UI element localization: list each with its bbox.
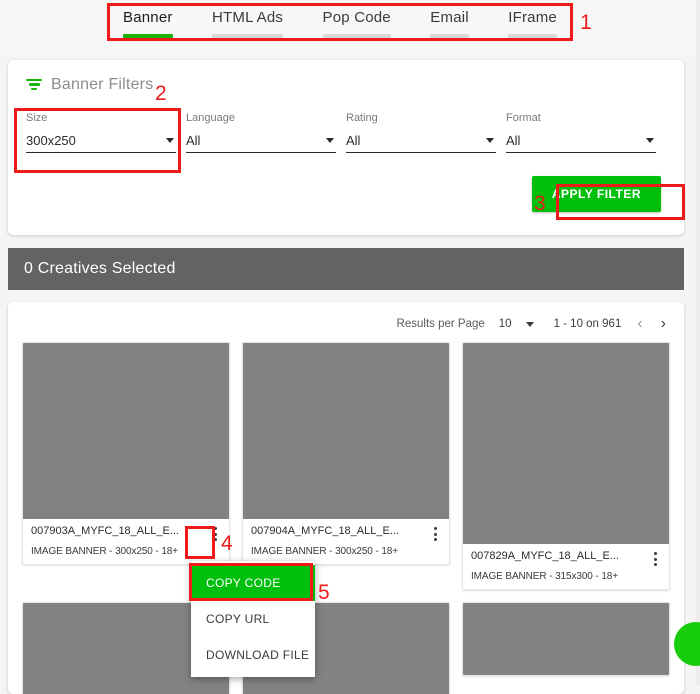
- next-page-button[interactable]: ›: [659, 316, 668, 332]
- filter-value-size: 300x250: [26, 133, 76, 148]
- menu-item-copy-code[interactable]: COPY CODE: [191, 565, 315, 601]
- creative-card[interactable]: [462, 602, 670, 676]
- creative-thumbnail: [463, 603, 669, 675]
- creatives-grid: 007903A_MYFC_18_ALL_E... IMAGE BANNER - …: [22, 342, 672, 694]
- filter-funnel-icon: [26, 78, 42, 92]
- tab-list: Banner HTML Ads Pop Code Email IFrame: [107, 3, 573, 43]
- tab-banner-label: Banner: [123, 9, 173, 26]
- creative-title: 007904A_MYFC_18_ALL_E...: [251, 525, 399, 537]
- creative-thumbnail: [23, 343, 229, 519]
- creatives-selected-text: 0 Creatives Selected: [24, 260, 176, 277]
- annotation-number-4: 4: [221, 532, 233, 555]
- filter-fields: Size 300x250 Language All Rating All For…: [26, 112, 666, 153]
- chevron-down-icon: [486, 138, 494, 143]
- tab-banner-underline: [123, 34, 173, 38]
- creative-thumbnail: [463, 343, 669, 544]
- creative-title: 007829A_MYFC_18_ALL_E...: [471, 550, 619, 562]
- filter-select-format[interactable]: All: [506, 133, 656, 153]
- apply-filter-button[interactable]: APPLY FILTER: [531, 176, 661, 212]
- chevron-down-icon[interactable]: [525, 321, 534, 327]
- creative-title: 007903A_MYFC_18_ALL_E...: [31, 525, 179, 537]
- filter-value-rating: All: [346, 133, 361, 148]
- tab-email-label: Email: [430, 9, 469, 26]
- tab-bar: Banner HTML Ads Pop Code Email IFrame: [0, 0, 700, 52]
- prev-page-button[interactable]: ‹: [635, 316, 644, 332]
- tab-banner[interactable]: Banner: [117, 3, 179, 38]
- filter-field-language[interactable]: Language All: [186, 112, 336, 153]
- tab-pop-code[interactable]: Pop Code: [317, 3, 397, 38]
- filter-label-format: Format: [506, 112, 541, 124]
- chevron-down-icon: [646, 138, 654, 143]
- results-per-page-value[interactable]: 10: [499, 318, 512, 330]
- tab-email[interactable]: Email: [424, 3, 475, 38]
- more-options-icon[interactable]: [647, 550, 663, 568]
- scrollbar-track[interactable]: [696, 0, 700, 686]
- annotation-number-2: 2: [155, 82, 167, 105]
- filter-value-format: All: [506, 133, 521, 148]
- filter-select-rating[interactable]: All: [346, 133, 496, 153]
- results-range: 1 - 10 on 961: [553, 318, 622, 330]
- creative-card[interactable]: 007903A_MYFC_18_ALL_E... IMAGE BANNER - …: [22, 342, 230, 565]
- results-toolbar: Results per Page 10 1 - 10 on 961 ‹ ›: [397, 316, 668, 332]
- filter-select-size[interactable]: 300x250: [26, 133, 176, 153]
- filter-field-format[interactable]: Format All: [506, 112, 656, 153]
- filter-label-rating: Rating: [346, 112, 378, 124]
- filter-label-language: Language: [186, 112, 235, 124]
- creative-card[interactable]: 007829A_MYFC_18_ALL_E... IMAGE BANNER - …: [462, 342, 670, 590]
- menu-item-download-file[interactable]: DOWNLOAD FILE: [191, 637, 315, 673]
- results-panel: Results per Page 10 1 - 10 on 961 ‹ › 00…: [8, 302, 684, 694]
- annotation-number-3: 3: [534, 192, 546, 215]
- chevron-down-icon: [326, 138, 334, 143]
- creative-card-body: 007829A_MYFC_18_ALL_E... IMAGE BANNER - …: [463, 544, 669, 589]
- tab-html-ads-label: HTML Ads: [212, 9, 284, 26]
- banner-filters-title: Banner Filters: [51, 76, 154, 93]
- filter-field-size[interactable]: Size 300x250: [26, 112, 176, 153]
- tab-pop-code-label: Pop Code: [322, 9, 391, 26]
- more-options-icon[interactable]: [427, 525, 443, 543]
- tab-pop-code-underline: [322, 34, 391, 38]
- creative-card-body: 007903A_MYFC_18_ALL_E... IMAGE BANNER - …: [23, 519, 229, 564]
- filter-select-language[interactable]: All: [186, 133, 336, 153]
- tab-iframe-underline: [508, 34, 557, 38]
- filter-field-rating[interactable]: Rating All: [346, 112, 496, 153]
- chevron-down-icon: [166, 138, 174, 143]
- annotation-number-5: 5: [318, 581, 330, 604]
- results-per-page-label: Results per Page: [396, 318, 485, 330]
- tab-iframe-label: IFrame: [508, 9, 557, 26]
- creative-meta: IMAGE BANNER - 315x300 - 18+: [471, 571, 618, 582]
- tab-html-ads[interactable]: HTML Ads: [206, 3, 289, 38]
- tab-email-underline: [430, 34, 469, 38]
- creatives-selected-bar: 0 Creatives Selected: [8, 248, 684, 290]
- filter-label-size: Size: [26, 112, 48, 124]
- creative-context-menu: COPY CODE COPY URL DOWNLOAD FILE: [191, 561, 315, 677]
- creative-card-body: 007904A_MYFC_18_ALL_E... IMAGE BANNER - …: [243, 519, 449, 564]
- banner-filters-header: Banner Filters: [26, 76, 153, 94]
- tab-iframe[interactable]: IFrame: [502, 3, 563, 38]
- creative-thumbnail: [243, 343, 449, 519]
- filter-value-language: All: [186, 133, 201, 148]
- tab-html-ads-underline: [212, 34, 284, 38]
- creative-meta: IMAGE BANNER - 300x250 - 18+: [251, 546, 398, 557]
- menu-item-copy-url[interactable]: COPY URL: [191, 601, 315, 637]
- annotation-number-1: 1: [580, 11, 592, 34]
- creative-meta: IMAGE BANNER - 300x250 - 18+: [31, 546, 178, 557]
- banner-filters-panel: Banner Filters Size 300x250 Language All…: [8, 60, 684, 235]
- creative-card[interactable]: 007904A_MYFC_18_ALL_E... IMAGE BANNER - …: [242, 342, 450, 565]
